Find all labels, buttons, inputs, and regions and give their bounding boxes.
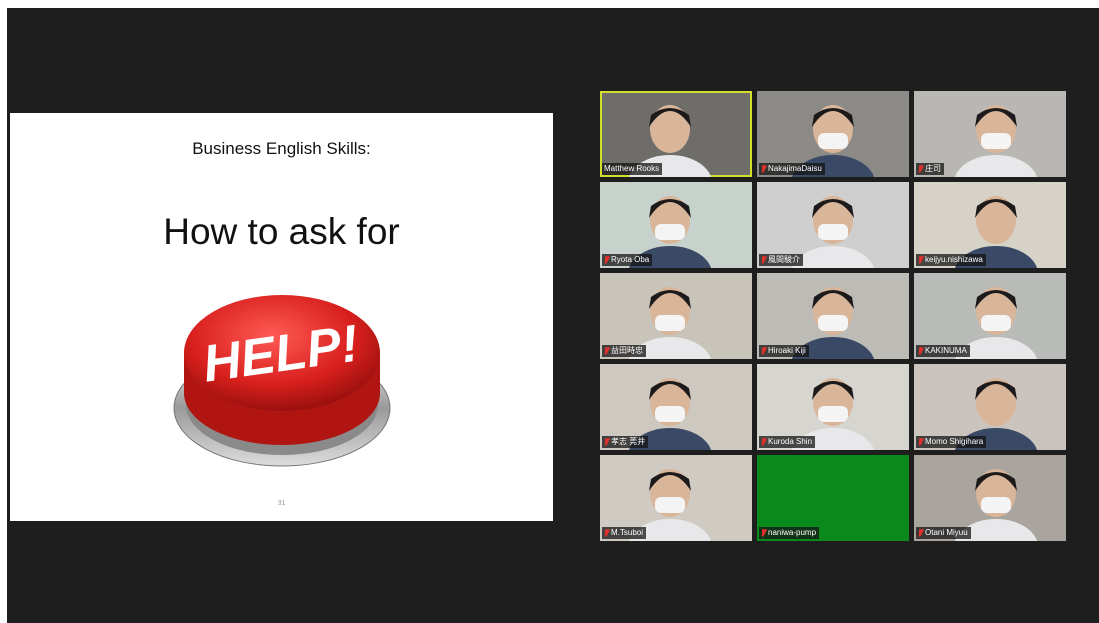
muted-mic-icon bbox=[918, 529, 923, 537]
participant-name-tag: keijyu.nishizawa bbox=[916, 254, 986, 266]
participant-name: 庄司 bbox=[925, 164, 941, 173]
participant-name: 孝志 莞井 bbox=[611, 437, 646, 446]
muted-mic-icon bbox=[918, 256, 923, 264]
participant-tile[interactable]: naniwa-pump bbox=[757, 455, 909, 541]
participant-name-tag: 益田時忠 bbox=[602, 345, 646, 357]
participant-tile[interactable]: KAKINUMA bbox=[914, 273, 1066, 359]
participant-name-tag: Hiroaki Kiji bbox=[759, 345, 809, 357]
participant-name: Kuroda Shin bbox=[768, 437, 813, 446]
participant-name: Momo Shigihara bbox=[925, 437, 984, 446]
muted-mic-icon bbox=[918, 438, 923, 446]
participant-name: NakajimaDaisu bbox=[768, 164, 822, 173]
participant-tile[interactable]: Ryota Oba bbox=[600, 182, 752, 268]
shared-screen-slide: Business English Skills: How to ask for … bbox=[10, 113, 553, 521]
participant-name-tag: 庄司 bbox=[916, 163, 944, 175]
participant-tile[interactable]: M.Tsuboi bbox=[600, 455, 752, 541]
muted-mic-icon bbox=[761, 165, 766, 173]
participant-name-tag: Kuroda Shin bbox=[759, 436, 816, 448]
participant-name-tag: 風間駿介 bbox=[759, 254, 803, 266]
muted-mic-icon bbox=[918, 347, 923, 355]
participant-name-tag: Matthew Rooks bbox=[602, 163, 663, 175]
participant-name: naniwa-pump bbox=[768, 528, 817, 537]
participant-tile[interactable]: NakajimaDaisu bbox=[757, 91, 909, 177]
participant-name: Hiroaki Kiji bbox=[768, 346, 806, 355]
participant-tile[interactable]: 益田時忠 bbox=[600, 273, 752, 359]
participant-name: M.Tsuboi bbox=[611, 528, 644, 537]
participant-name-tag: Ryota Oba bbox=[602, 254, 653, 266]
muted-mic-icon bbox=[604, 347, 609, 355]
muted-mic-icon bbox=[761, 256, 766, 264]
muted-mic-icon bbox=[918, 165, 923, 173]
participant-tile[interactable]: Kuroda Shin bbox=[757, 364, 909, 450]
participant-tile[interactable]: 庄司 bbox=[914, 91, 1066, 177]
participant-name-tag: Otani Miyuu bbox=[916, 527, 971, 539]
slide-page-number: 31 bbox=[277, 500, 286, 507]
participant-name: 益田時忠 bbox=[611, 346, 643, 355]
muted-mic-icon bbox=[761, 438, 766, 446]
participant-gallery: Matthew Rooks NakajimaDaisu 庄司 Ryota Oba 風間駿… bbox=[600, 91, 1070, 543]
participant-name: Matthew Rooks bbox=[604, 164, 660, 173]
participant-name-tag: Momo Shigihara bbox=[916, 436, 987, 448]
slide-title: How to ask for bbox=[163, 211, 400, 252]
participant-tile[interactable]: 風間駿介 bbox=[757, 182, 909, 268]
participant-tile[interactable]: 孝志 莞井 bbox=[600, 364, 752, 450]
participant-name: KAKINUMA bbox=[925, 346, 967, 355]
muted-mic-icon bbox=[761, 347, 766, 355]
participant-name: Ryota Oba bbox=[611, 255, 650, 264]
participant-tile[interactable]: Matthew Rooks bbox=[600, 91, 752, 177]
participant-name-tag: 孝志 莞井 bbox=[602, 436, 649, 448]
participant-name-tag: naniwa-pump bbox=[759, 527, 820, 539]
help-button-image: HELP! bbox=[173, 295, 391, 467]
participant-name-tag: NakajimaDaisu bbox=[759, 163, 825, 175]
participant-tile[interactable]: keijyu.nishizawa bbox=[914, 182, 1066, 268]
slide-subtitle: Business English Skills: bbox=[192, 139, 371, 158]
participant-tile[interactable]: Hiroaki Kiji bbox=[757, 273, 909, 359]
muted-mic-icon bbox=[604, 256, 609, 264]
participant-name: keijyu.nishizawa bbox=[925, 255, 983, 264]
muted-mic-icon bbox=[604, 438, 609, 446]
participant-tile[interactable]: Momo Shigihara bbox=[914, 364, 1066, 450]
participant-tile[interactable]: Otani Miyuu bbox=[914, 455, 1066, 541]
participant-name-tag: KAKINUMA bbox=[916, 345, 970, 357]
participant-name: Otani Miyuu bbox=[925, 528, 968, 537]
participant-name-tag: M.Tsuboi bbox=[602, 527, 647, 539]
muted-mic-icon bbox=[761, 529, 766, 537]
muted-mic-icon bbox=[604, 529, 609, 537]
participant-name: 風間駿介 bbox=[768, 255, 800, 264]
